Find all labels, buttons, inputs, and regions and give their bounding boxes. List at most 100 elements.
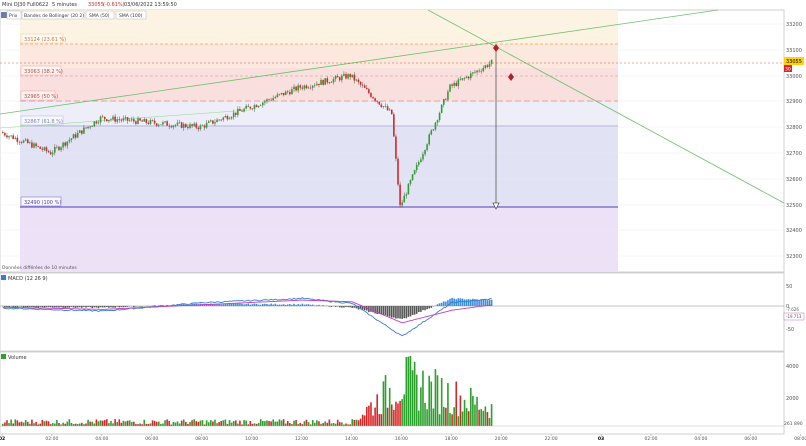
macd-hist-bar [485,300,487,306]
volume-bar [460,396,462,426]
macd-hist-bar [406,306,408,318]
volume-bar [8,423,10,426]
volume-bar [299,423,301,426]
volume-bar [173,422,175,426]
header-datetime: 03/06/2022 13:59:50 [124,2,177,8]
macd-hist-bar [46,306,48,307]
indicator-legend[interactable]: Prix Bandes de Bollinger (20 2) SMA (50)… [1,11,146,19]
volume-bar [37,424,39,426]
volume-bar [326,423,328,426]
candle [17,135,19,145]
candle [395,134,397,161]
macd-hist-bar [21,306,23,307]
macd-hist-bar [42,306,44,307]
candle [408,183,410,194]
price-tick-33000: 33000 [786,74,802,80]
volume-bar [270,421,272,426]
legend-label-sma100: SMA (100) [119,13,143,19]
macd-hist-bar [403,306,405,318]
candle [14,136,16,139]
volume-bar [462,411,464,426]
volume-bar [77,424,79,426]
macd-hist-bar [239,304,241,306]
volume-bar [66,422,68,426]
volume-bar [42,420,44,426]
macd-hist-bar [66,306,68,308]
instrument-name: Mini DJ30 Full0622 [2,2,48,8]
volume-bar [46,421,48,426]
volume-bar [287,421,289,426]
macd-hist-bar [127,306,129,307]
macd-hist-bar [141,306,143,307]
macd-hist-bar [121,306,123,307]
candle [2,130,4,133]
volume-bar [364,415,366,426]
macd-hist-bar [14,306,16,307]
candle [412,174,414,181]
volume-bar [464,400,466,426]
volume-bar [156,422,158,426]
macd-hist-bar [91,306,93,308]
volume-bar [222,420,224,426]
volume-bar [83,424,85,426]
volume-bar [376,394,378,426]
volume-bar [489,418,491,426]
fibonacci-zones [20,10,618,271]
volume-bar [114,419,116,426]
volume-bar [245,420,247,426]
volume-bar [306,420,308,426]
current-price-badge[interactable]: 33055 30 [784,57,804,73]
macd-hist-bar [281,305,283,306]
legend-label-sma50: SMA (50) [89,13,110,19]
volume-bar [198,422,200,426]
volume-bar [362,415,364,426]
macd-hist-bar [387,306,389,316]
macd-hist-bar [341,306,343,308]
volume-bar [2,424,4,426]
volume-bar [137,424,139,426]
macd-hist-bar [29,306,31,307]
chart-root: 33124 (23.61 %) 33063 (38.2 %) 32965 (50… [0,0,806,442]
volume-bar [23,423,25,426]
volume-bar [52,423,54,426]
macd-hist-bar [268,305,270,306]
price-tick-33100: 33100 [786,48,802,54]
price-tick-33200: 33200 [786,22,802,28]
volume-bar [58,423,60,426]
macd-hist-bar [270,304,272,306]
time-tick-label: 03 [598,436,604,442]
macd-hist-bar [87,306,89,307]
time-axis[interactable]: 0202:0004:0006:0008:0010:0012:0014:0016:… [0,434,806,442]
timeframe: 5 minutes [52,2,77,8]
volume-bar [48,421,50,426]
volume-bar [281,420,283,426]
volume-bar [39,424,41,426]
volume-bar [12,423,14,426]
candle [4,132,6,137]
macd-hist-bar [439,303,441,306]
macd-hist-bar [343,306,345,308]
volume-bar [258,423,260,426]
volume-bar [62,423,64,426]
current-price-value: 33055 [786,59,802,65]
candle [39,146,41,149]
volume-bar [416,375,418,426]
volume-bar [131,422,133,426]
volume-bar [154,421,156,426]
macd-hist-bar [37,306,39,308]
macd-hist-bar [227,304,229,306]
time-tick-label: 14:00 [345,436,358,442]
volume-bar [183,419,185,426]
volume-bar [233,421,235,426]
macd-hist-bar [308,304,310,306]
price-change: (-0.61%) [103,2,125,8]
volume-bar [35,422,37,426]
volume-bar [472,396,474,426]
volume-bar [164,420,166,426]
chart-svg[interactable]: 33124 (23.61 %) 33063 (38.2 %) 32965 (50… [0,0,806,442]
macd-hist-bar [372,306,374,312]
volume-bar [91,422,93,426]
macd-value-badge-1: -7.626 [786,307,799,312]
volume-bar [256,424,258,426]
macd-axis-50: 50 [786,284,792,290]
